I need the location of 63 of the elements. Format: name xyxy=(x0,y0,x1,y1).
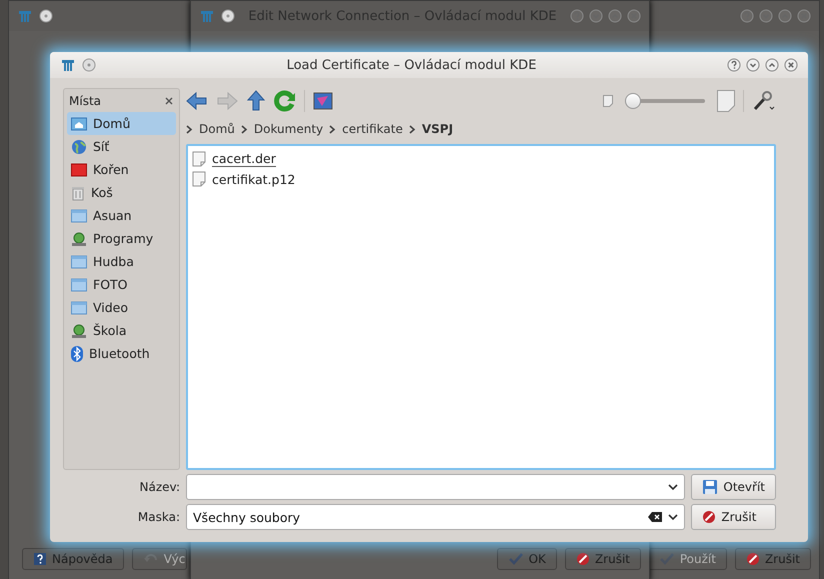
globe-icon xyxy=(71,138,87,154)
dropdown-icon[interactable] xyxy=(668,484,678,490)
place-item[interactable]: Škola xyxy=(67,319,176,342)
preview-icon[interactable] xyxy=(313,92,333,110)
check-icon xyxy=(658,552,675,566)
folder-icon xyxy=(71,278,87,292)
up-arrow-icon[interactable] xyxy=(246,90,266,112)
back-arrow-icon[interactable] xyxy=(186,91,208,111)
pin-icon[interactable] xyxy=(82,58,96,72)
dropdown-icon[interactable] xyxy=(668,514,678,520)
bluetooth-icon xyxy=(71,346,83,362)
file-icon xyxy=(192,171,206,187)
place-item[interactable]: Kořen xyxy=(67,158,176,181)
cancel-icon xyxy=(576,552,590,566)
app-icon[interactable] xyxy=(60,57,76,73)
place-item[interactable]: Síť xyxy=(67,135,176,158)
pin-icon[interactable] xyxy=(39,9,53,23)
panel-title: Místa xyxy=(69,94,101,108)
forward-arrow-icon[interactable] xyxy=(216,91,238,111)
chevron-icon xyxy=(329,124,336,134)
reload-icon[interactable] xyxy=(274,90,296,112)
trash-icon xyxy=(71,184,85,200)
folder-icon xyxy=(71,162,87,176)
folder-icon xyxy=(71,208,87,222)
name-field[interactable] xyxy=(186,474,686,500)
dialog-button[interactable]: Zrušit xyxy=(691,504,776,530)
place-item[interactable]: Bluetooth xyxy=(67,342,176,365)
cancel-icon xyxy=(702,510,716,524)
place-item[interactable]: Domů xyxy=(67,112,176,135)
field-label: Maska: xyxy=(136,510,180,524)
place-item[interactable]: FOTO xyxy=(67,273,176,296)
place-item[interactable]: Video xyxy=(67,296,176,319)
mask-field[interactable]: Všechny soubory xyxy=(186,504,686,530)
file-item[interactable]: cacert.der xyxy=(212,151,276,167)
drive-icon xyxy=(71,230,87,246)
window-title: Load Certificate – Ovládací modul KDE xyxy=(286,58,538,72)
field-label: Název: xyxy=(138,480,180,494)
drive-icon xyxy=(71,322,87,338)
folder-icon xyxy=(71,254,87,268)
save-icon xyxy=(702,479,718,495)
file-item[interactable]: certifikat.p12 xyxy=(212,172,296,186)
breadcrumb-item[interactable]: VSPJ xyxy=(422,122,454,136)
small-page-icon xyxy=(603,95,613,107)
chevron-icon xyxy=(408,124,416,134)
breadcrumb-item[interactable]: certifikate xyxy=(342,122,403,136)
check-icon xyxy=(508,552,524,566)
breadcrumb-item[interactable]: Dokumenty xyxy=(254,122,324,136)
place-item[interactable]: Programy xyxy=(67,227,176,250)
file-icon xyxy=(192,151,206,167)
clear-icon[interactable] xyxy=(648,512,662,522)
large-page-icon xyxy=(717,90,735,112)
cancel-icon xyxy=(746,552,760,566)
chevron-icon xyxy=(186,124,193,134)
folder-icon xyxy=(71,300,87,314)
chevron-icon xyxy=(240,124,248,134)
place-item[interactable]: Asuan xyxy=(67,204,176,227)
place-item[interactable]: Hudba xyxy=(67,250,176,273)
home-folder-icon xyxy=(71,116,87,130)
breadcrumb-item[interactable]: Domů xyxy=(199,122,235,136)
dialog-button[interactable]: Otevřít xyxy=(691,474,776,500)
slider-thumb[interactable] xyxy=(624,93,641,109)
place-item[interactable]: Koš xyxy=(67,181,176,204)
pin-icon[interactable] xyxy=(221,9,235,23)
